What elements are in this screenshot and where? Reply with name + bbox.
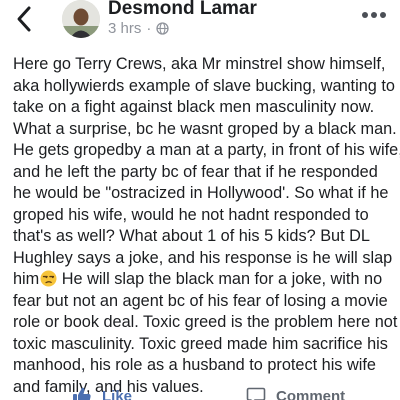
post-line: manhood, his role as a husband to protec… — [13, 356, 376, 374]
back-button[interactable] — [14, 2, 38, 36]
thumbs-up-icon — [73, 387, 91, 400]
post-meta: 3 hrs · — [108, 19, 170, 37]
author-name[interactable]: Desmond Lamar — [108, 0, 257, 20]
post-timestamp[interactable]: 3 hrs — [108, 20, 141, 37]
post-line: that's as well? What about 1 of his 5 ki… — [13, 227, 370, 245]
chevron-left-icon — [17, 6, 31, 32]
post-line: take on a fight against black men mascul… — [13, 98, 375, 116]
post-line: What a surprise, bc he wasnt groped by a… — [13, 119, 397, 138]
post-line: Hughley says a joke, and his response is… — [13, 248, 393, 267]
author-avatar[interactable] — [62, 0, 100, 38]
post-line: He will slap the black man for a joke, w… — [61, 270, 383, 288]
post-line: and he left the party bc of fear that if… — [13, 162, 378, 181]
post-line: he would be "ostracized in Hollywood'. S… — [13, 184, 389, 202]
comment-label: Comment — [276, 387, 346, 400]
post-line: fear but not an agent bc of his fear of … — [13, 291, 388, 310]
post-header: Desmond Lamar 3 hrs · — [0, 0, 400, 46]
post-line: him — [13, 270, 40, 288]
like-button[interactable]: Like — [72, 386, 132, 400]
post-line: aka hollywierds example of slave bucking… — [13, 76, 395, 95]
more-options-button[interactable] — [361, 8, 387, 22]
post-line: He gets gropedby a man at a party, in fr… — [13, 141, 400, 159]
unamused-face-emoji-icon — [40, 270, 57, 287]
comment-button[interactable]: Comment — [246, 386, 345, 400]
post-line: role or book deal. Toxic greed is the pr… — [13, 313, 398, 331]
post-body: Here go Terry Crews, aka Mr minstrel sho… — [13, 54, 400, 398]
post-line: toxic masculinity. Toxic greed made him … — [13, 334, 388, 353]
globe-icon — [156, 21, 170, 35]
more-horizontal-icon — [362, 12, 386, 18]
avatar-photo — [62, 0, 100, 38]
post-line-with-emoji: him He will slap the black man for a jok… — [13, 269, 397, 291]
meta-separator: · — [146, 19, 152, 37]
like-label: Like — [102, 387, 133, 400]
post-line: groped his wife, would he not hadnt resp… — [13, 205, 369, 224]
post-line: Here go Terry Crews, aka Mr minstrel sho… — [13, 55, 386, 73]
comment-bubble-icon — [246, 387, 266, 400]
post-actions-bar: Like Comment — [0, 386, 400, 400]
